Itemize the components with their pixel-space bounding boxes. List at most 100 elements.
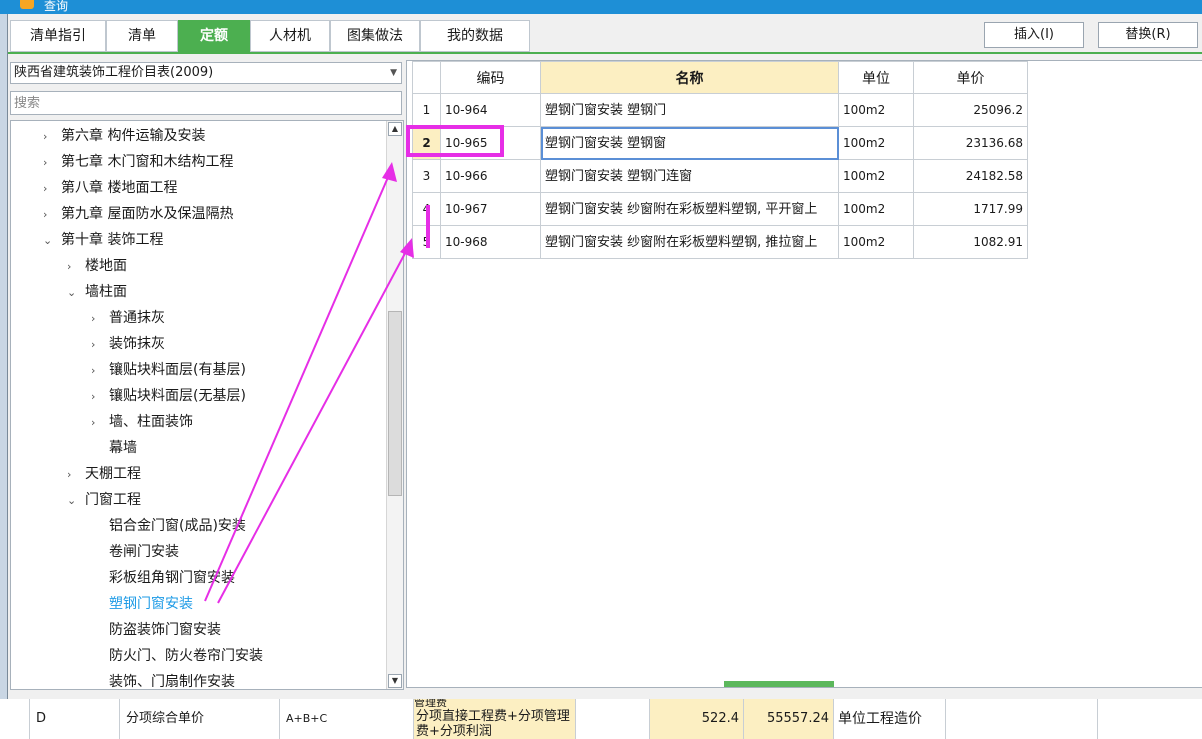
title-bar: 查询 bbox=[0, 0, 1202, 14]
table-row[interactable]: 5 10-968 塑钢门窗安装 纱窗附在彩板塑料塑钢, 推拉窗上 100m2 1082.… bbox=[412, 225, 1028, 259]
row-price[interactable]: 1717.99 bbox=[913, 192, 1028, 226]
row-number[interactable]: 3 bbox=[412, 159, 441, 193]
chevron-right-icon[interactable]: › bbox=[91, 410, 109, 436]
row-number[interactable]: 2 bbox=[412, 126, 441, 160]
app-icon bbox=[20, 0, 34, 9]
insert-button[interactable]: 插入(I) bbox=[984, 22, 1084, 48]
row-code[interactable]: 10-967 bbox=[440, 192, 541, 226]
chevron-right-icon[interactable]: › bbox=[91, 358, 109, 384]
tree-item[interactable]: › 装饰抹灰 bbox=[91, 331, 165, 357]
row-unit[interactable]: 100m2 bbox=[838, 225, 914, 259]
query-dialog: 清单指引 清单 定额 人材机 图集做法 我的数据 插入(I) 替换(R) 陕西省… bbox=[7, 14, 1202, 699]
scroll-thumb[interactable] bbox=[388, 311, 402, 496]
tree-item[interactable]: 防盗装饰门窗安装 bbox=[91, 617, 221, 643]
tree-item-label: 第八章 楼地面工程 bbox=[61, 180, 178, 196]
search-input[interactable] bbox=[10, 91, 402, 115]
quota-table: 编码 名称 单位 单价 1 10-964 塑钢门窗安装 塑钢门 100m2 25096.… bbox=[412, 61, 1028, 259]
table-row[interactable]: 3 10-966 塑钢门窗安装 塑钢门连窗 100m2 24182.58 bbox=[412, 159, 1028, 193]
tab-labor-material-machine[interactable]: 人材机 bbox=[250, 20, 330, 52]
row-name[interactable]: 塑钢门窗安装 纱窗附在彩板塑料塑钢, 推拉窗上 bbox=[540, 225, 839, 259]
col-code-header[interactable]: 编码 bbox=[440, 61, 541, 94]
tree-item[interactable]: › 天棚工程 bbox=[67, 461, 141, 487]
row-code[interactable]: 10-964 bbox=[440, 93, 541, 127]
tab-list-guide[interactable]: 清单指引 bbox=[10, 20, 106, 52]
tree-item-label: 普通抹灰 bbox=[109, 310, 165, 326]
tree-scrollbar[interactable]: ▲ ▼ bbox=[386, 121, 403, 689]
tree-item[interactable]: 幕墙 bbox=[91, 435, 137, 461]
chevron-down-icon[interactable]: ⌄ bbox=[43, 228, 61, 254]
tree-item[interactable]: 铝合金门窗(成品)安装 bbox=[91, 513, 246, 539]
row-number[interactable]: 5 bbox=[412, 225, 441, 259]
tree-item[interactable]: › 第八章 楼地面工程 bbox=[43, 175, 177, 201]
row-name[interactable]: 塑钢门窗安装 塑钢门 bbox=[540, 93, 839, 127]
chevron-right-icon[interactable]: › bbox=[43, 124, 61, 150]
tab-my-data[interactable]: 我的数据 bbox=[420, 20, 530, 52]
scroll-down-icon[interactable]: ▼ bbox=[388, 674, 402, 688]
row-code[interactable]: 10-966 bbox=[440, 159, 541, 193]
col-price-header[interactable]: 单价 bbox=[913, 61, 1028, 94]
tree-item[interactable]: 装饰、门扇制作安装 bbox=[91, 669, 235, 689]
row-price[interactable]: 1082.91 bbox=[913, 225, 1028, 259]
tree-item-label: 镶贴块料面层(有基层) bbox=[109, 362, 246, 378]
scroll-up-icon[interactable]: ▲ bbox=[388, 122, 402, 136]
row-unit[interactable]: 100m2 bbox=[838, 93, 914, 127]
chevron-down-icon[interactable]: ⌄ bbox=[67, 488, 85, 514]
col-unit-header[interactable]: 单位 bbox=[838, 61, 914, 94]
row-number[interactable]: 4 bbox=[412, 192, 441, 226]
tree-item[interactable]: › 第九章 屋面防水及保温隔热 bbox=[43, 201, 233, 227]
table-row[interactable]: 2 10-965 塑钢门窗安装 塑钢窗 100m2 23136.68 bbox=[412, 126, 1028, 160]
row-unit[interactable]: 100m2 bbox=[838, 192, 914, 226]
row-unit[interactable]: 100m2 bbox=[838, 126, 914, 160]
chevron-right-icon[interactable]: › bbox=[91, 306, 109, 332]
row-name[interactable]: 塑钢门窗安装 塑钢窗 bbox=[540, 126, 839, 160]
tree-item[interactable]: 卷闸门安装 bbox=[91, 539, 179, 565]
row-price[interactable]: 24182.58 bbox=[913, 159, 1028, 193]
row-name[interactable]: 塑钢门窗安装 纱窗附在彩板塑料塑钢, 平开窗上 bbox=[540, 192, 839, 226]
tree-item[interactable]: 塑钢门窗安装 bbox=[91, 591, 193, 617]
panel-splitter[interactable] bbox=[724, 681, 834, 687]
col-name-header[interactable]: 名称 bbox=[540, 61, 839, 94]
tree-item[interactable]: › 楼地面 bbox=[67, 253, 127, 279]
row-name[interactable]: 塑钢门窗安装 塑钢门连窗 bbox=[540, 159, 839, 193]
tab-list[interactable]: 清单 bbox=[106, 20, 178, 52]
tree-item[interactable]: 彩板组角钢门窗安装 bbox=[91, 565, 235, 591]
chevron-right-icon[interactable]: › bbox=[67, 462, 85, 488]
chevron-right-icon[interactable]: › bbox=[43, 150, 61, 176]
table-row[interactable]: 4 10-967 塑钢门窗安装 纱窗附在彩板塑料塑钢, 平开窗上 100m2 1717.… bbox=[412, 192, 1028, 226]
tree-item[interactable]: › 镶贴块料面层(无基层) bbox=[91, 383, 246, 409]
chevron-right-icon[interactable]: › bbox=[67, 254, 85, 280]
summary-value-1: 522.4 bbox=[650, 699, 744, 739]
row-price[interactable]: 23136.68 bbox=[913, 126, 1028, 160]
row-number[interactable]: 1 bbox=[412, 93, 441, 127]
tab-atlas-method[interactable]: 图集做法 bbox=[330, 20, 420, 52]
chevron-right-icon[interactable]: › bbox=[43, 176, 61, 202]
summary-row: D 分项综合单价 A+B+C 管理费 分项直接工程费+分项管理费+分项利润 52… bbox=[0, 699, 1202, 739]
library-select[interactable]: 陕西省建筑装饰工程价目表(2009) ▼ bbox=[10, 62, 402, 84]
tree-item-label: 塑钢门窗安装 bbox=[109, 596, 193, 612]
tree-item[interactable]: ⌄ 墙柱面 bbox=[67, 279, 127, 305]
tree-item[interactable]: › 镶贴块料面层(有基层) bbox=[91, 357, 246, 383]
replace-button[interactable]: 替换(R) bbox=[1098, 22, 1198, 48]
summary-code: D bbox=[30, 699, 120, 739]
table-row[interactable]: 1 10-964 塑钢门窗安装 塑钢门 100m2 25096.2 bbox=[412, 93, 1028, 127]
tree-item[interactable]: › 墙、柱面装饰 bbox=[91, 409, 193, 435]
tree-item[interactable]: › 第七章 木门窗和木结构工程 bbox=[43, 149, 233, 175]
row-price[interactable]: 25096.2 bbox=[913, 93, 1028, 127]
tree-item-label: 墙柱面 bbox=[85, 284, 127, 300]
tab-quota[interactable]: 定额 bbox=[178, 20, 250, 52]
col-num-header bbox=[412, 61, 441, 94]
tree-item-label: 第七章 木门窗和木结构工程 bbox=[61, 154, 234, 170]
chevron-right-icon[interactable]: › bbox=[91, 384, 109, 410]
tree-item-label: 装饰抹灰 bbox=[109, 336, 165, 352]
chevron-right-icon[interactable]: › bbox=[43, 202, 61, 228]
chevron-right-icon[interactable]: › bbox=[91, 332, 109, 358]
tree-item[interactable]: › 第六章 构件运输及安装 bbox=[43, 123, 205, 149]
row-code[interactable]: 10-965 bbox=[440, 126, 541, 160]
row-unit[interactable]: 100m2 bbox=[838, 159, 914, 193]
tree-item[interactable]: ⌄ 第十章 装饰工程 bbox=[43, 227, 163, 253]
chevron-down-icon[interactable]: ⌄ bbox=[67, 280, 85, 306]
tree-item[interactable]: › 普通抹灰 bbox=[91, 305, 165, 331]
tree-item[interactable]: ⌄ 门窗工程 bbox=[67, 487, 141, 513]
row-code[interactable]: 10-968 bbox=[440, 225, 541, 259]
tree-item[interactable]: 防火门、防火卷帘门安装 bbox=[91, 643, 263, 669]
